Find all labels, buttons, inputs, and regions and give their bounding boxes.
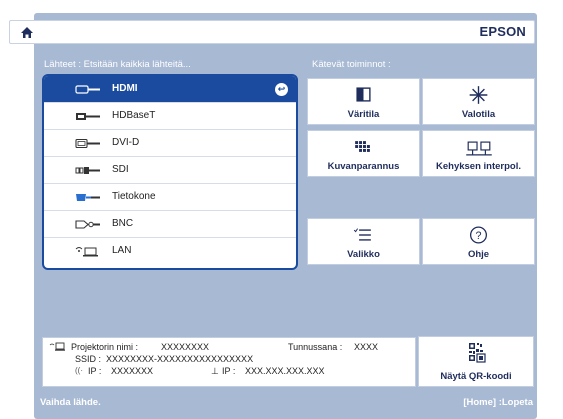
menu-button[interactable]: Valikko: [307, 218, 420, 265]
button-label: Ohje: [467, 249, 490, 260]
help-icon: ?: [470, 226, 487, 244]
wireless-ip-label: IP :: [88, 366, 102, 376]
wired-lan-icon: ⊥: [211, 366, 219, 376]
sources-label: Lähteet : Etsitään kaikkia lähteitä...: [44, 59, 191, 70]
lan-icon: [49, 342, 65, 351]
functions-label: Kätevät toiminnot :: [312, 59, 391, 70]
show-qr-code-button[interactable]: Näytä QR-koodi: [418, 336, 534, 387]
footer-exit-hint: [Home] :Lopeta: [463, 397, 533, 408]
epson-logo: EPSON: [479, 24, 526, 39]
source-item-tietokone[interactable]: Tietokone: [44, 184, 296, 211]
title-bar: EPSON: [9, 20, 535, 44]
footer-hint: Vaihda lähde.: [40, 397, 101, 408]
source-item-lan[interactable]: LAN: [44, 238, 296, 265]
computer-port-icon: [76, 194, 100, 201]
button-label: Väritila: [347, 109, 380, 120]
wired-ip-label: IP :: [222, 366, 236, 376]
source-label: DVI-D: [112, 137, 140, 148]
light-mode-button[interactable]: Valotila: [422, 78, 535, 125]
color-mode-button[interactable]: Väritila: [307, 78, 420, 125]
wireless-ip-value: XXXXXXX: [111, 366, 154, 376]
menu-icon: [353, 228, 371, 241]
selected-check-icon: ↩: [275, 83, 288, 96]
source-item-sdi[interactable]: SDI: [44, 157, 296, 184]
light-mode-icon: [469, 86, 488, 104]
lan-port-icon: [75, 247, 98, 257]
color-mode-icon: [356, 87, 371, 102]
source-label: SDI: [112, 164, 129, 175]
home-icon[interactable]: [20, 26, 34, 39]
bnc-port-icon: [75, 220, 100, 229]
svg-text:?: ?: [475, 230, 481, 242]
ssid-value: XXXXXXXX-XXXXXXXXXXXXXXXX: [106, 354, 254, 364]
button-label: Valotila: [461, 109, 496, 120]
frame-interpolation-icon: [466, 141, 492, 156]
source-label: LAN: [112, 245, 132, 256]
source-item-hdmi[interactable]: HDMI ↩: [44, 76, 296, 103]
wired-ip-value: XXX.XXX.XXX.XXX: [245, 366, 325, 376]
qr-code-icon: [469, 343, 486, 363]
dvi-port-icon: [75, 138, 100, 149]
button-label: Kuvanparannus: [327, 161, 400, 172]
source-label: HDBaseT: [112, 110, 156, 121]
source-label: BNC: [112, 218, 134, 229]
source-label: HDMI: [112, 83, 138, 94]
source-list: HDMI ↩ HDBaseT DVI-D SDI Tietokone BNC L…: [42, 74, 298, 270]
hdmi-port-icon: [75, 85, 100, 94]
source-item-dvi-d[interactable]: DVI-D: [44, 130, 296, 157]
source-label: Tietokone: [112, 191, 156, 202]
frame-interpolation-button[interactable]: Kehyksen interpol.: [422, 130, 535, 177]
projector-name-value: XXXXXXXX: [161, 342, 210, 352]
source-item-hdbaset[interactable]: HDBaseT: [44, 103, 296, 130]
passphrase-value: XXXX: [354, 342, 379, 352]
help-button[interactable]: ? Ohje: [422, 218, 535, 265]
network-info-panel: Projektorin nimi : XXXXXXXX Tunnussana :…: [42, 337, 416, 387]
wireless-icon: ((·: [75, 366, 83, 375]
passphrase-label: Tunnussana :: [288, 342, 343, 352]
hdbaset-port-icon: [76, 113, 100, 120]
ssid-label: SSID :: [75, 354, 102, 364]
image-enhancement-icon: [355, 141, 370, 152]
qr-button-label: Näytä QR-koodi: [440, 371, 512, 382]
button-label: Valikko: [347, 249, 380, 260]
projector-name-label: Projektorin nimi :: [71, 342, 139, 352]
image-enhancement-button[interactable]: Kuvanparannus: [307, 130, 420, 177]
sdi-port-icon: [75, 167, 100, 174]
button-label: Kehyksen interpol.: [436, 161, 521, 172]
source-item-bnc[interactable]: BNC: [44, 211, 296, 238]
footer-bar: Vaihda lähde. [Home] :Lopeta: [34, 396, 537, 412]
